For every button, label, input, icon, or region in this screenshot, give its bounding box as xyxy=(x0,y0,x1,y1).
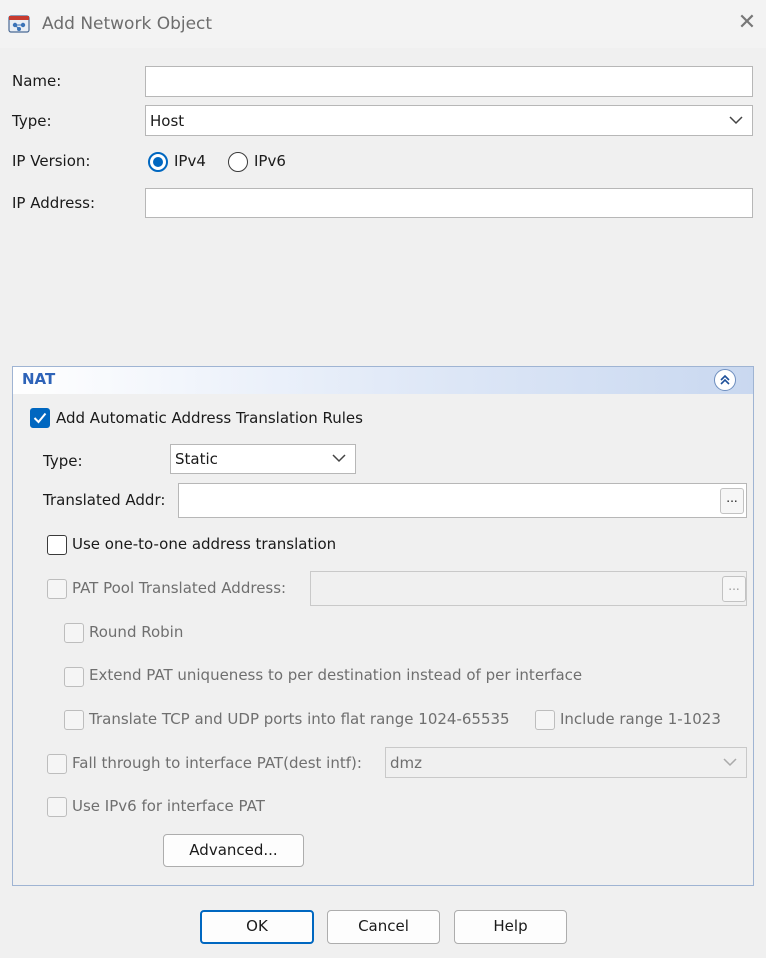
network-object-icon xyxy=(8,14,30,34)
one-to-one-checkbox[interactable] xyxy=(47,535,67,555)
translated-addr-browse-button[interactable]: ... xyxy=(720,488,744,514)
round-robin-checkbox[interactable] xyxy=(64,623,84,643)
pat-pool-browse-button[interactable]: ... xyxy=(722,576,746,602)
close-icon[interactable]: ✕ xyxy=(734,10,760,36)
ok-button[interactable]: OK xyxy=(200,910,314,944)
help-button[interactable]: Help xyxy=(454,910,567,944)
ipv6-label: IPv6 xyxy=(254,152,286,170)
ipv6-radio[interactable] xyxy=(228,152,248,172)
collapse-icon[interactable] xyxy=(714,369,736,391)
translate-tcp-udp-checkbox[interactable] xyxy=(64,710,84,730)
name-input[interactable] xyxy=(145,66,753,97)
ip-version-label: IP Version: xyxy=(12,152,91,170)
translated-addr-label: Translated Addr: xyxy=(43,491,166,509)
ip-address-input[interactable] xyxy=(145,188,753,218)
advanced-button[interactable]: Advanced... xyxy=(163,834,304,867)
translate-tcp-udp-label: Translate TCP and UDP ports into flat ra… xyxy=(89,710,510,728)
window-title: Add Network Object xyxy=(42,14,213,34)
nat-type-select[interactable]: Static xyxy=(170,444,356,474)
auto-rules-label: Add Automatic Address Translation Rules xyxy=(56,409,363,427)
nat-type-select-value: Static xyxy=(175,450,218,468)
checkmark-icon xyxy=(33,412,47,424)
type-label: Type: xyxy=(12,112,52,130)
fall-through-checkbox[interactable] xyxy=(47,754,67,774)
round-robin-label: Round Robin xyxy=(89,623,184,641)
translated-addr-input[interactable] xyxy=(178,483,747,518)
type-select[interactable]: Host xyxy=(145,105,753,136)
type-select-value: Host xyxy=(150,111,185,130)
nat-panel-header xyxy=(12,366,754,394)
pat-pool-label: PAT Pool Translated Address: xyxy=(72,579,287,597)
chevron-down-icon xyxy=(729,115,743,124)
nat-title: NAT xyxy=(22,370,56,388)
use-ipv6-label: Use IPv6 for interface PAT xyxy=(72,797,265,815)
pat-pool-input[interactable] xyxy=(310,571,747,606)
fall-through-select-value: dmz xyxy=(390,753,423,772)
name-label: Name: xyxy=(12,72,62,90)
fall-through-label: Fall through to interface PAT(dest intf)… xyxy=(72,754,362,772)
auto-rules-checkbox[interactable] xyxy=(30,408,50,428)
include-range-label: Include range 1-1023 xyxy=(560,710,721,728)
use-ipv6-checkbox[interactable] xyxy=(47,797,67,817)
include-range-checkbox[interactable] xyxy=(535,710,555,730)
ipv4-radio[interactable] xyxy=(148,152,168,172)
chevron-down-icon xyxy=(723,757,737,766)
fall-through-select[interactable]: dmz xyxy=(385,747,747,778)
ipv4-label: IPv4 xyxy=(174,152,206,170)
chevron-down-icon xyxy=(332,454,346,463)
nat-type-label: Type: xyxy=(43,452,83,470)
pat-pool-checkbox[interactable] xyxy=(47,579,67,599)
ip-address-label: IP Address: xyxy=(12,194,96,212)
one-to-one-label: Use one-to-one address translation xyxy=(72,535,337,553)
cancel-button[interactable]: Cancel xyxy=(327,910,440,944)
extend-pat-label: Extend PAT uniqueness to per destination… xyxy=(89,666,583,684)
extend-pat-checkbox[interactable] xyxy=(64,667,84,687)
